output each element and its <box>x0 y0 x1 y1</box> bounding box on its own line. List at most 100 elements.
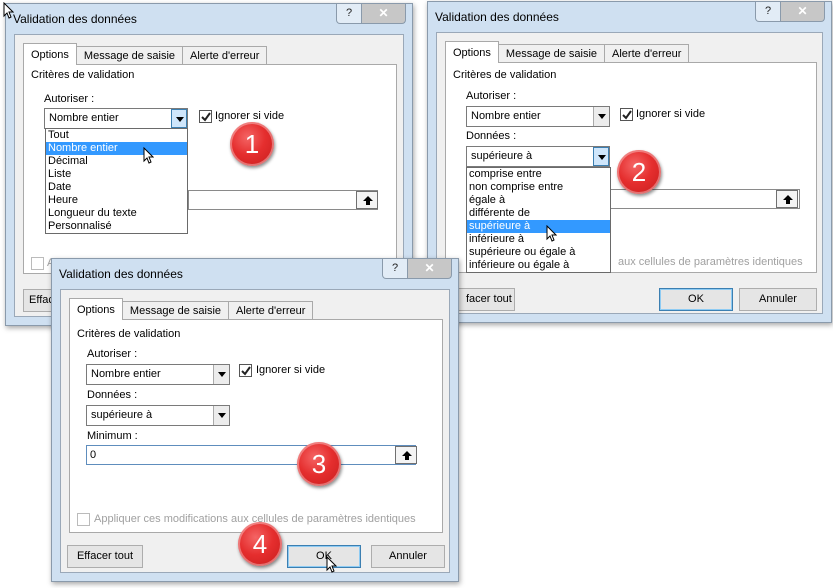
criteria-heading: Critères de validation <box>77 328 181 340</box>
mouse-pointer-icon <box>546 225 557 242</box>
data-option[interactable]: supérieure ou égale à <box>467 246 610 259</box>
close-button[interactable]: ✕ <box>781 2 825 22</box>
mouse-pointer-icon <box>143 147 154 164</box>
ignore-blank-label: Ignorer si vide <box>215 110 285 122</box>
allow-select[interactable]: Nombre entier <box>44 108 188 129</box>
options-panel: Critères de validation Autoriser : Nombr… <box>23 64 397 274</box>
title-bar[interactable]: Validation des données ? ✕ <box>428 2 831 32</box>
title-bar[interactable]: Validation des données ? ✕ <box>52 259 458 289</box>
allow-option[interactable]: Date <box>46 181 187 194</box>
apply-all-checkbox[interactable] <box>77 513 90 526</box>
mouse-pointer-icon <box>3 2 14 19</box>
cancel-button[interactable]: Annuler <box>371 545 445 568</box>
collapse-range-icon <box>402 451 412 460</box>
minimum-label: Minimum : <box>87 430 138 442</box>
tab-input-message[interactable]: Message de saisie <box>75 46 184 65</box>
data-label: Données : <box>87 389 138 401</box>
clear-all-button[interactable]: Effacer tout <box>67 545 143 568</box>
close-button[interactable]: ✕ <box>408 259 452 279</box>
help-button[interactable]: ? <box>336 4 362 24</box>
title-bar[interactable]: Validation des données ? ✕ <box>6 4 412 34</box>
data-option[interactable]: inférieure ou égale à <box>467 259 610 272</box>
minimum-input[interactable]: 0 <box>86 445 416 465</box>
data-option[interactable]: non comprise entre <box>467 181 610 194</box>
options-panel: Critères de validation Autoriser : Nombr… <box>69 319 443 533</box>
cancel-label: Annuler <box>759 293 797 305</box>
allow-dropdown-list: Tout Nombre entier Décimal Liste Date He… <box>45 128 188 234</box>
question-mark-icon: ? <box>391 262 399 274</box>
cancel-button[interactable]: Annuler <box>739 288 817 311</box>
allow-select[interactable]: Nombre entier <box>86 364 230 385</box>
step-marker-3: 3 <box>297 442 341 486</box>
tab-error-alert[interactable]: Alerte d'erreur <box>604 44 690 63</box>
ignore-blank-label: Ignorer si vide <box>256 364 326 376</box>
help-button[interactable]: ? <box>382 259 408 279</box>
allow-label: Autoriser : <box>44 93 95 105</box>
close-x-icon: ✕ <box>424 261 435 275</box>
data-select[interactable]: supérieure à <box>86 405 230 426</box>
dialog-title: Validation des données <box>435 10 559 24</box>
data-option[interactable]: inférieure à <box>467 233 610 246</box>
allow-label: Autoriser : <box>466 90 517 102</box>
data-option[interactable]: supérieure à <box>467 220 610 233</box>
allow-option[interactable]: Liste <box>46 168 187 181</box>
tab-options[interactable]: Options <box>445 41 499 63</box>
dialog-title: Validation des données <box>13 12 137 26</box>
source-field[interactable] <box>188 190 378 210</box>
close-x-icon: ✕ <box>378 6 389 20</box>
step-marker-2: 2 <box>617 150 661 194</box>
apply-all-checkbox[interactable] <box>31 257 44 270</box>
tab-input-message[interactable]: Message de saisie <box>121 301 230 320</box>
collapse-range-icon <box>783 195 793 204</box>
minimum-value: 0 <box>90 449 97 461</box>
apply-all-label-clipped: aux cellules de paramètres identiques <box>618 256 803 268</box>
criteria-heading: Critères de validation <box>453 69 557 81</box>
allow-option[interactable]: Nombre entier <box>46 142 187 155</box>
allow-option[interactable]: Personnalisé <box>46 220 187 233</box>
allow-option[interactable]: Tout <box>46 129 187 142</box>
chevron-down-icon[interactable] <box>171 109 187 128</box>
tab-options[interactable]: Options <box>69 298 123 320</box>
chevron-down-icon[interactable] <box>213 365 229 384</box>
allow-select[interactable]: Nombre entier <box>466 106 610 127</box>
allow-option[interactable]: Longueur du texte <box>46 207 187 220</box>
question-mark-icon: ? <box>345 7 353 19</box>
chevron-down-icon[interactable] <box>213 406 229 425</box>
question-mark-icon: ? <box>764 5 772 17</box>
tab-error-alert[interactable]: Alerte d'erreur <box>182 46 268 65</box>
dialog-title: Validation des données <box>59 267 183 281</box>
tab-input-message[interactable]: Message de saisie <box>497 44 606 63</box>
ignore-blank-checkbox[interactable] <box>199 110 212 123</box>
help-button[interactable]: ? <box>755 2 781 22</box>
ok-button[interactable]: OK <box>659 288 733 311</box>
allow-option[interactable]: Heure <box>46 194 187 207</box>
close-button[interactable]: ✕ <box>362 4 406 24</box>
mouse-pointer-icon <box>326 556 337 573</box>
data-option[interactable]: comprise entre <box>467 168 610 181</box>
criteria-heading: Critères de validation <box>31 69 135 81</box>
chevron-down-icon[interactable] <box>593 147 609 166</box>
step-marker-1: 1 <box>230 122 274 166</box>
range-select-button[interactable] <box>776 190 798 208</box>
clear-all-label: Effacer tout <box>76 550 134 562</box>
data-select[interactable]: supérieure à <box>466 146 610 167</box>
ignore-blank-checkbox[interactable] <box>239 364 252 377</box>
tab-options[interactable]: Options <box>23 43 77 65</box>
ok-label: OK <box>688 293 704 305</box>
clear-all-label: facer tout <box>466 293 512 305</box>
chevron-down-icon[interactable] <box>593 107 609 126</box>
range-select-button[interactable] <box>356 191 378 209</box>
tab-strip: Options Message de saisie Alerte d'erreu… <box>445 41 690 63</box>
data-dropdown-list: comprise entre non comprise entre égale … <box>466 167 611 273</box>
ignore-blank-label: Ignorer si vide <box>636 108 706 120</box>
ok-button[interactable]: OK <box>287 545 361 568</box>
ignore-blank-checkbox[interactable] <box>620 108 633 121</box>
allow-label: Autoriser : <box>87 348 138 360</box>
data-option[interactable]: différente de <box>467 207 610 220</box>
step-marker-4: 4 <box>238 522 282 566</box>
tab-strip: Options Message de saisie Alerte d'erreu… <box>23 43 268 65</box>
range-select-button[interactable] <box>395 446 417 464</box>
allow-option[interactable]: Décimal <box>46 155 187 168</box>
data-option[interactable]: égale à <box>467 194 610 207</box>
tab-error-alert[interactable]: Alerte d'erreur <box>228 301 314 320</box>
